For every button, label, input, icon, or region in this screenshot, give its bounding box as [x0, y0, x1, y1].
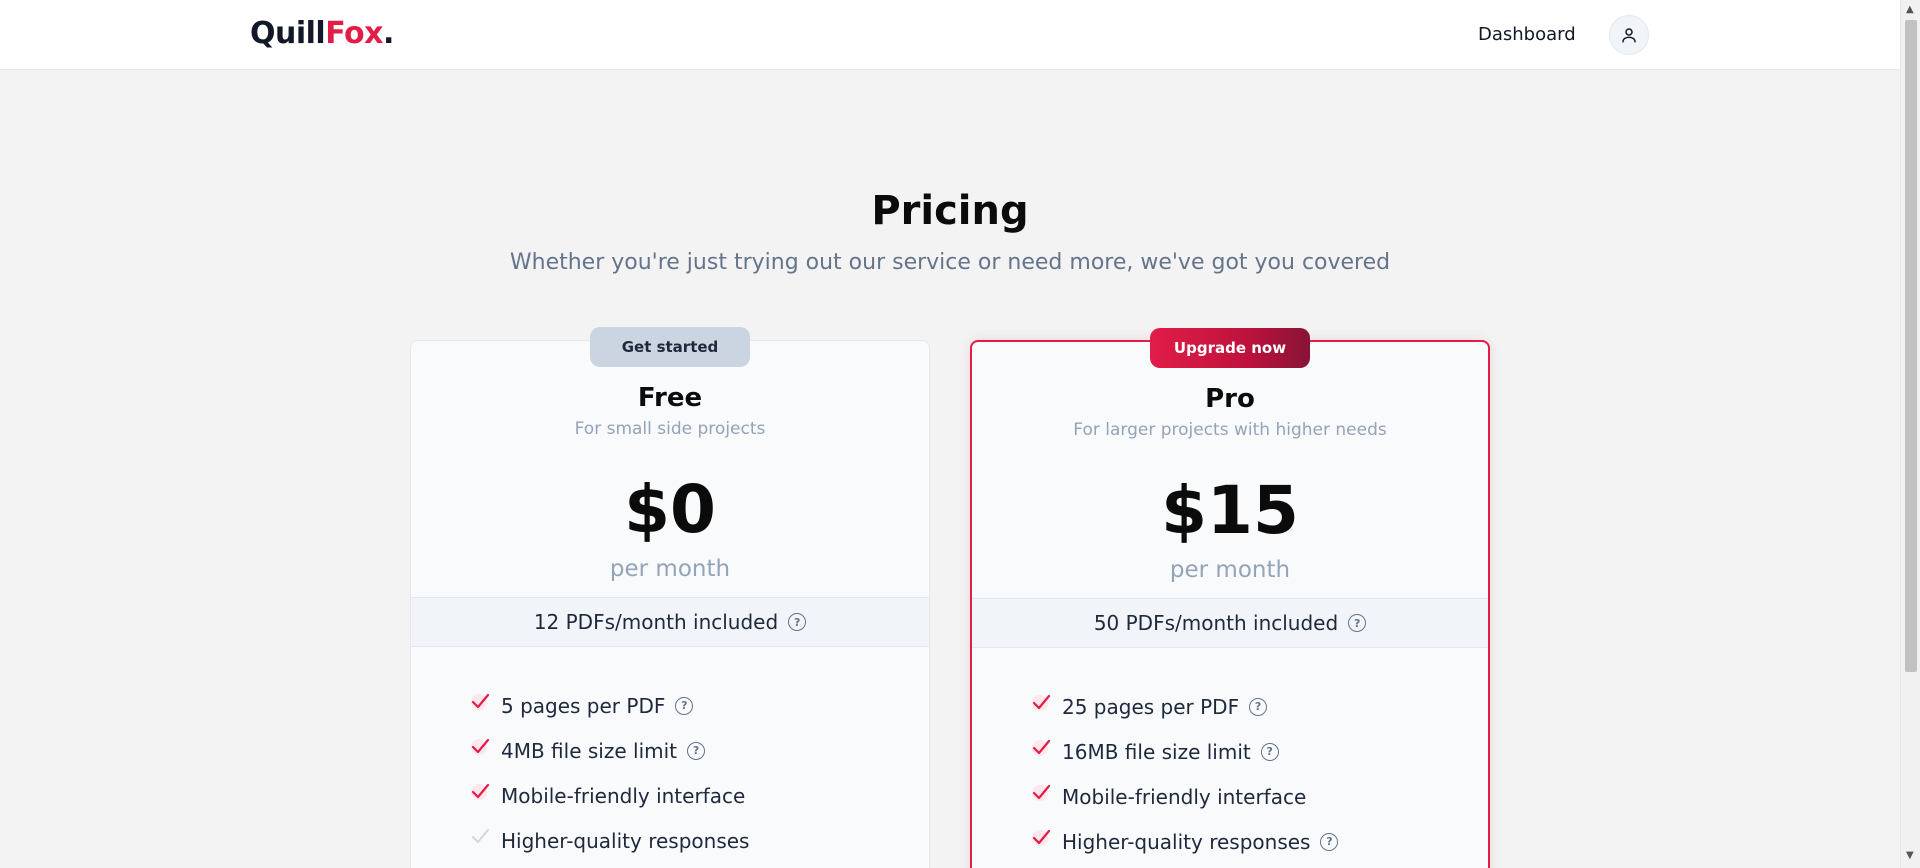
- help-icon[interactable]: ?: [1348, 614, 1367, 632]
- feature-item: Higher-quality responses ?: [1030, 819, 1450, 864]
- help-icon[interactable]: ?: [1249, 697, 1268, 716]
- check-icon: [1030, 782, 1052, 804]
- brand-logo[interactable]: QuillFox.: [250, 16, 394, 51]
- user-icon: [1622, 28, 1636, 43]
- check-icon: [469, 781, 491, 803]
- upgrade-now-button[interactable]: Upgrade now: [1150, 328, 1310, 368]
- check-icon: [1030, 737, 1052, 759]
- plan-period: per month: [1169, 557, 1291, 583]
- nav-dashboard-link[interactable]: Dashboard: [1478, 24, 1576, 45]
- plan-name: Pro: [1205, 384, 1255, 414]
- feature-label: Mobile-friendly interface: [501, 783, 746, 808]
- feature-item: Mobile-friendly interface: [1030, 774, 1450, 819]
- check-icon: [469, 691, 491, 713]
- quota-text: 50 PDFs/month included: [1093, 611, 1339, 635]
- plan-price: $0: [624, 471, 716, 548]
- check-muted-icon: [469, 826, 491, 848]
- check-icon: [1030, 692, 1052, 714]
- plan-price: $15: [1161, 472, 1299, 549]
- pricing-card-pro: Upgrade now Pro For larger projects with…: [970, 328, 1490, 868]
- scroll-up-arrow-icon[interactable]: ▲: [1906, 4, 1914, 15]
- feature-label: Mobile-friendly interface: [1062, 784, 1307, 809]
- plan-description: For small side projects: [574, 419, 766, 439]
- feature-label: 5 pages per PDF: [501, 693, 666, 718]
- plan-description: For larger projects with higher needs: [1073, 420, 1387, 440]
- feature-list: 25 pages per PDF ? 16MB file size limit …: [1030, 684, 1450, 864]
- logo-text-quill: Quill: [250, 16, 326, 51]
- quota-band: 50 PDFs/month included ?: [972, 598, 1488, 648]
- page-title: Pricing: [871, 188, 1029, 234]
- help-icon[interactable]: ?: [788, 613, 807, 631]
- help-icon[interactable]: ?: [687, 741, 706, 760]
- feature-item: 25 pages per PDF ?: [1030, 684, 1450, 729]
- logo-text-dot: .: [382, 16, 394, 51]
- feature-item: Mobile-friendly interface: [469, 773, 889, 818]
- help-icon[interactable]: ?: [1260, 742, 1279, 761]
- feature-label: 4MB file size limit: [501, 738, 678, 763]
- help-icon[interactable]: ?: [1320, 832, 1339, 851]
- page-subtitle: Whether you're just trying out our servi…: [509, 250, 1391, 275]
- feature-label: Higher-quality responses: [501, 828, 750, 853]
- user-menu-button[interactable]: [1609, 15, 1649, 55]
- feature-label: 25 pages per PDF: [1062, 694, 1240, 719]
- feature-list: 5 pages per PDF ? 4MB file size limit ? …: [469, 683, 889, 863]
- page-scrollbar[interactable]: ▲ ▼: [1900, 0, 1920, 868]
- check-icon: [1030, 827, 1052, 849]
- scrollbar-thumb[interactable]: [1905, 20, 1917, 672]
- feature-label: Higher-quality responses: [1062, 829, 1311, 854]
- help-icon[interactable]: ?: [675, 696, 694, 715]
- get-started-button[interactable]: Get started: [590, 327, 750, 367]
- feature-item: Higher-quality responses: [469, 818, 889, 863]
- plan-period: per month: [609, 556, 731, 582]
- check-icon: [469, 736, 491, 758]
- logo-text-fox: Fox: [325, 16, 383, 51]
- feature-item: 4MB file size limit ?: [469, 728, 889, 773]
- feature-item: 5 pages per PDF ?: [469, 683, 889, 728]
- plan-name: Free: [637, 383, 703, 413]
- pricing-card-free: Get started Free For small side projects…: [410, 327, 930, 868]
- feature-label: 16MB file size limit: [1062, 739, 1251, 764]
- scroll-down-arrow-icon[interactable]: ▼: [1906, 850, 1914, 861]
- quota-text: 12 PDFs/month included: [533, 610, 779, 634]
- top-navbar: QuillFox. Dashboard: [0, 0, 1900, 70]
- feature-item: 16MB file size limit ?: [1030, 729, 1450, 774]
- quota-band: 12 PDFs/month included ?: [411, 597, 929, 647]
